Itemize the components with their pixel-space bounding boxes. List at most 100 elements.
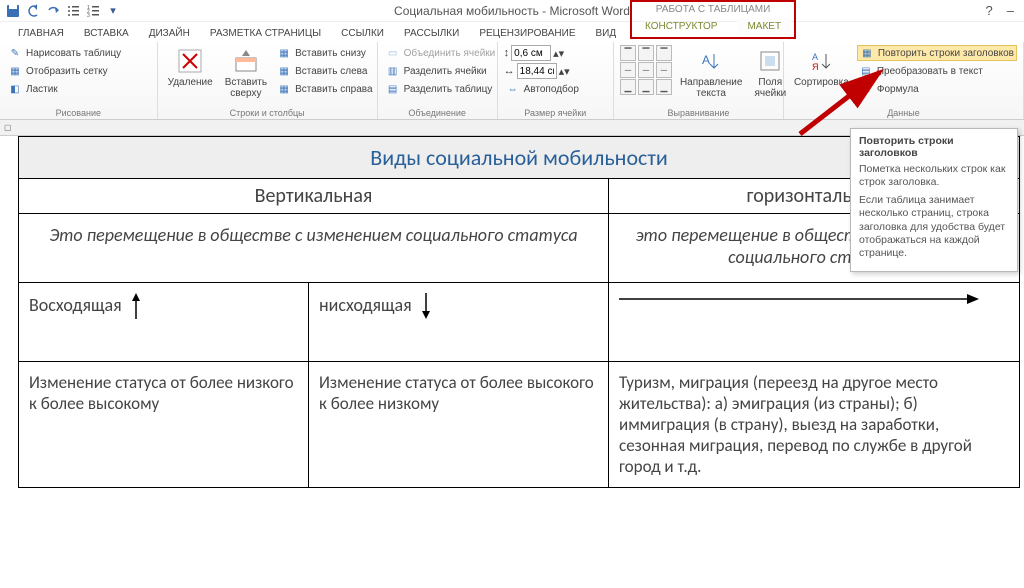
align-bl-button[interactable]: ▁	[620, 79, 636, 95]
text-direction-icon: A	[697, 47, 725, 75]
draw-table-label: Нарисовать таблицу	[26, 48, 121, 59]
insert-above-button[interactable]: Вставить сверху	[221, 45, 271, 101]
text-direction-button[interactable]: A Направление текста	[676, 45, 746, 101]
merge-label: Объединить ячейки	[404, 48, 496, 59]
delete-icon	[176, 47, 204, 75]
row-height-input[interactable]	[511, 45, 551, 61]
formula-label: Формула	[877, 84, 919, 95]
insert-left-icon: ▦	[277, 64, 291, 78]
svg-text:A: A	[812, 52, 818, 62]
svg-text:3: 3	[87, 13, 90, 18]
ribbon: ✎ Нарисовать таблицу ▦Отобразить сетку ◧ Л…	[0, 42, 1024, 120]
height-icon: ↕	[504, 47, 510, 59]
text-direction-label: Направление текста	[680, 77, 742, 99]
cell-ascending[interactable]: Восходящая	[19, 283, 309, 362]
cell-horizontal-arrow[interactable]	[609, 283, 1020, 362]
align-tc-button[interactable]: ▔	[638, 45, 654, 61]
tab-table-layout[interactable]: МАКЕТ	[737, 18, 791, 36]
cell-examples[interactable]: Туризм, миграция (переезд на другое мест…	[609, 362, 1020, 488]
tooltip-title: Повторить строки заголовков	[859, 135, 1009, 159]
split-table-button[interactable]: ▤ Разделить таблицу	[384, 81, 498, 97]
bullets-icon[interactable]	[66, 4, 80, 18]
ribbon-tabs: ГЛАВНАЯ ВСТАВКА ДИЗАЙН РАЗМЕТКА СТРАНИЦЫ…	[0, 22, 1024, 42]
align-bc-button[interactable]: ▁	[638, 79, 654, 95]
col-width-input[interactable]	[517, 63, 557, 79]
insert-left-button[interactable]: ▦Вставить слева	[275, 63, 374, 79]
redo-icon[interactable]	[46, 4, 60, 18]
tab-mailings[interactable]: РАССЫЛКИ	[396, 25, 467, 42]
desc-vertical[interactable]: Это перемещение в обществе с изменением …	[19, 214, 609, 283]
split-table-label: Разделить таблицу	[404, 84, 493, 95]
merge-cells-button[interactable]: ▭Объединить ячейки	[384, 45, 498, 61]
autofit-icon: ⇔	[506, 82, 520, 96]
split-label: Разделить ячейки	[404, 66, 487, 77]
group-rowscols-label: Строки и столбцы	[164, 108, 371, 119]
tooltip-text-2: Если таблица занимает несколько страниц,…	[859, 194, 1009, 260]
cell-status-up[interactable]: Изменение статуса от более низкого к бол…	[19, 362, 309, 488]
repeat-header-rows-button[interactable]: ▦Повторить строки заголовков	[857, 45, 1017, 61]
convert-to-text-button[interactable]: ▤Преобразовать в текст	[857, 63, 1017, 79]
group-draw-label: Рисование	[6, 108, 151, 119]
group-cellsize-label: Размер ячейки	[504, 108, 607, 119]
header-vertical[interactable]: Вертикальная	[19, 179, 609, 214]
repeat-header-tooltip: Повторить строки заголовков Пометка неск…	[850, 128, 1018, 272]
spinner-icon[interactable]: ▴▾	[559, 65, 570, 78]
eraser-button[interactable]: ◧ Ластик	[6, 81, 123, 97]
split-icon: ▥	[386, 64, 400, 78]
sort-button[interactable]: AЯ Сортировка	[790, 45, 853, 90]
spinner-icon[interactable]: ▴▾	[553, 47, 564, 60]
minimize-icon[interactable]: –	[1007, 3, 1014, 18]
quick-access-toolbar: 123 ▾	[0, 4, 120, 18]
formula-button[interactable]: fx Формула	[857, 81, 1017, 97]
tab-view[interactable]: ВИД	[588, 25, 625, 42]
ruler-corner: ▢	[4, 123, 12, 132]
align-mc-button[interactable]: ─	[638, 62, 654, 78]
align-ml-button[interactable]: ─	[620, 62, 636, 78]
delete-button[interactable]: Удаление	[164, 45, 217, 90]
align-tr-button[interactable]: ▔	[656, 45, 672, 61]
autofit-button[interactable]: ⇔Автоподбор	[504, 81, 581, 97]
insert-above-label: Вставить сверху	[225, 77, 267, 99]
eraser-icon: ◧	[8, 82, 22, 96]
qat-customize-icon[interactable]: ▾	[106, 4, 120, 18]
help-icon[interactable]: ?	[986, 3, 993, 18]
save-icon[interactable]	[6, 4, 20, 18]
tab-home[interactable]: ГЛАВНАЯ	[10, 25, 72, 42]
formula-icon: fx	[859, 82, 873, 96]
contextual-title: РАБОТА С ТАБЛИЦАМИ	[635, 3, 791, 18]
view-gridlines-button[interactable]: ▦Отобразить сетку	[6, 63, 123, 79]
title-bar: 123 ▾ Социальная мобильность - Microsoft…	[0, 0, 1024, 22]
pencil-icon: ✎	[8, 46, 22, 60]
width-icon: ↔	[504, 65, 515, 77]
insert-right-icon: ▦	[277, 82, 291, 96]
split-cells-button[interactable]: ▥ Разделить ячейки	[384, 63, 498, 79]
tab-insert[interactable]: ВСТАВКА	[76, 25, 137, 42]
undo-icon[interactable]	[26, 4, 40, 18]
tab-review[interactable]: РЕЦЕНЗИРОВАНИЕ	[471, 25, 583, 42]
cell-margins-icon	[756, 47, 784, 75]
align-tl-button[interactable]: ▔	[620, 45, 636, 61]
numbering-icon[interactable]: 123	[86, 4, 100, 18]
insert-below-button[interactable]: ▦Вставить снизу	[275, 45, 374, 61]
split-table-icon: ▤	[386, 82, 400, 96]
draw-table-button[interactable]: ✎ Нарисовать таблицу	[6, 45, 123, 61]
convert-label: Преобразовать в текст	[877, 66, 983, 77]
insert-right-label: Вставить справа	[295, 84, 372, 95]
tab-pagelayout[interactable]: РАЗМЕТКА СТРАНИЦЫ	[202, 25, 329, 42]
cell-status-down[interactable]: Изменение статуса от более высокого к бо…	[309, 362, 609, 488]
tab-table-design[interactable]: КОНСТРУКТОР	[635, 18, 727, 36]
group-merge-label: Объединение	[384, 108, 491, 119]
align-br-button[interactable]: ▁	[656, 79, 672, 95]
cell-descending[interactable]: нисходящая	[309, 283, 609, 362]
row-height-field[interactable]: ↕ ▴▾	[504, 45, 581, 61]
grid-icon: ▦	[8, 64, 22, 78]
eraser-label: Ластик	[26, 84, 58, 95]
align-mr-button[interactable]: ─	[656, 62, 672, 78]
tab-design[interactable]: ДИЗАЙН	[141, 25, 198, 42]
insert-right-button[interactable]: ▦ Вставить справа	[275, 81, 374, 97]
tab-references[interactable]: ССЫЛКИ	[333, 25, 392, 42]
table-tools-contextual: РАБОТА С ТАБЛИЦАМИ КОНСТРУКТОР МАКЕТ	[630, 0, 796, 39]
group-alignment-label: Выравнивание	[620, 108, 777, 119]
svg-text:A: A	[702, 53, 710, 67]
col-width-field[interactable]: ↔ ▴▾	[504, 63, 581, 79]
